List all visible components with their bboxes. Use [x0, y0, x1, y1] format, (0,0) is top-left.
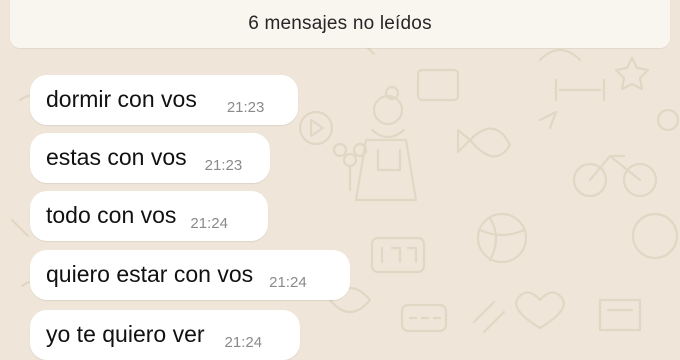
heart-icon: [515, 291, 565, 330]
bicycle-icon: [572, 154, 658, 198]
message-bubble[interactable]: estas con vos 21:23: [30, 133, 270, 183]
message-text: estas con vos: [46, 144, 187, 170]
message-time: 21:24: [190, 215, 228, 232]
unread-messages-banner: 6 mensajes no leídos: [10, 0, 670, 48]
message-bubble[interactable]: quiero estar con vos 21:24: [30, 250, 350, 300]
message-bubble[interactable]: dormir con vos 21:23: [30, 75, 298, 125]
message-time: 21:24: [224, 334, 263, 351]
message-text: dormir con vos: [46, 86, 197, 112]
dumbbell-icon: [554, 78, 606, 102]
message-text: yo te quiero ver: [46, 321, 205, 347]
star-icon: [614, 56, 650, 91]
message-text: quiero estar con vos: [46, 261, 254, 287]
unread-count-label: 6 mensajes no leídos: [248, 13, 432, 34]
doodle-person-icon: [354, 85, 418, 202]
message-time: 21:23: [204, 157, 243, 174]
message-text: todo con vos: [46, 202, 177, 228]
message-bubble[interactable]: yo te quiero ver 21:24: [30, 310, 300, 360]
message-bubble[interactable]: todo con vos 21:24: [30, 191, 268, 241]
message-time: 21:23: [226, 99, 265, 116]
clock-icon: [370, 236, 426, 274]
fish-icon: [456, 127, 512, 158]
ball-icon: [476, 212, 528, 264]
message-time: 21:24: [269, 274, 307, 291]
play-icon: [298, 110, 334, 146]
